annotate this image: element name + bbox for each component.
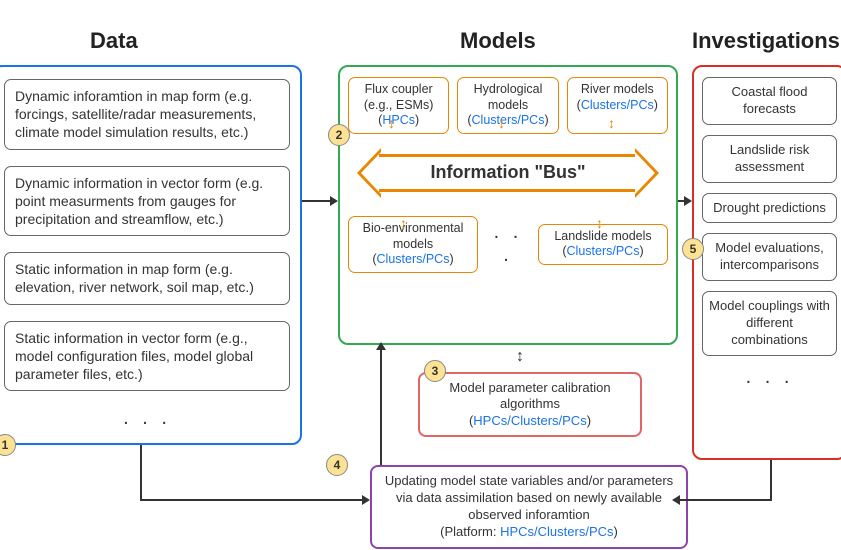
double-arrow-icon: ↕	[388, 119, 395, 127]
double-arrow-icon: ↕	[608, 119, 615, 127]
double-arrow-icon: ↕	[516, 348, 524, 366]
data-item: Dynamic inforamtion in map form (e.g. fo…	[4, 79, 290, 150]
bus-label: Information "Bus"	[430, 162, 585, 183]
model-box: Bio-environmental models (Clusters/PCs)	[348, 216, 478, 273]
double-arrow-icon: ↕	[596, 219, 603, 227]
calibration-platform: HPCs/Clusters/PCs	[473, 413, 586, 428]
investigation-item: Model evaluations, intercomparisons	[702, 233, 837, 281]
model-box: Flux coupler (e.g., ESMs) (HPCs)	[348, 77, 449, 134]
double-arrow-icon: ↕	[400, 219, 407, 227]
arrow-inv-to-assim-h	[680, 499, 772, 501]
model-name: Flux coupler (e.g., ESMs)	[364, 82, 433, 112]
investigation-item: Model couplings with different combinati…	[702, 291, 837, 356]
investigations-panel: Coastal flood forecasts Landslide risk a…	[692, 65, 841, 460]
arrow-inv-to-assim-v	[770, 460, 772, 500]
badge-4: 4	[326, 454, 348, 476]
models-panel: Flux coupler (e.g., ESMs) (HPCs) Hydrolo…	[338, 65, 678, 345]
model-platform: Clusters/PCs	[472, 113, 545, 127]
ellipsis: . . .	[486, 221, 530, 267]
badge-2: 2	[328, 124, 350, 146]
investigations-title: Investigations	[692, 28, 840, 54]
models-bottom-row: Bio-environmental models (Clusters/PCs) …	[348, 216, 668, 273]
information-bus: Information "Bus"	[363, 148, 653, 198]
model-box: Hydrological models (Clusters/PCs)	[457, 77, 558, 134]
bus-arrow-left-icon	[357, 148, 381, 198]
assim-prefix: (Platform:	[440, 524, 500, 539]
investigation-item: Landslide risk assessment	[702, 135, 837, 183]
model-box: Landslide models (Clusters/PCs)	[538, 224, 668, 265]
model-name: River models	[581, 82, 654, 96]
data-item: Static information in map form (e.g. ele…	[4, 252, 290, 304]
investigation-item: Coastal flood forecasts	[702, 77, 837, 125]
arrow-data-to-assim-v	[140, 445, 142, 500]
arrow-assim-to-models-v	[380, 350, 382, 465]
data-item: Static information in vector form (e.g.,…	[4, 321, 290, 392]
arrow-data-to-models	[302, 200, 330, 202]
data-title: Data	[90, 28, 138, 54]
assimilation-text: Updating model state variables and/or pa…	[385, 473, 673, 522]
badge-1: 1	[0, 434, 16, 456]
data-panel: Dynamic inforamtion in map form (e.g. fo…	[0, 65, 302, 445]
calibration-text: Model parameter calibration algorithms	[449, 380, 610, 411]
badge-3: 3	[424, 360, 446, 382]
assimilation-platform: HPCs/Clusters/PCs	[500, 524, 613, 539]
assim-suffix: )	[614, 524, 618, 539]
badge-5: 5	[682, 238, 704, 260]
ellipsis: . . .	[702, 366, 837, 389]
double-arrow-icon: ↕	[498, 119, 505, 127]
models-title: Models	[460, 28, 536, 54]
bus-arrow-right-icon	[635, 148, 659, 198]
calibration-box: Model parameter calibration algorithms (…	[418, 372, 642, 437]
models-top-row: Flux coupler (e.g., ESMs) (HPCs) Hydrolo…	[348, 77, 668, 134]
model-name: Bio-environmental models	[363, 221, 464, 251]
arrow-data-to-assim-h	[140, 499, 362, 501]
assimilation-box: Updating model state variables and/or pa…	[370, 465, 688, 549]
model-box: River models (Clusters/PCs)	[567, 77, 668, 134]
model-platform: Clusters/PCs	[567, 244, 640, 258]
data-item: Dynamic information in vector form (e.g.…	[4, 166, 290, 237]
model-name: Hydrological models	[474, 82, 543, 112]
model-platform: Clusters/PCs	[581, 98, 654, 112]
model-platform: Clusters/PCs	[377, 252, 450, 266]
ellipsis: . . .	[4, 407, 290, 430]
arrow-models-to-investigations	[678, 200, 684, 202]
investigation-item: Drought predictions	[702, 193, 837, 224]
